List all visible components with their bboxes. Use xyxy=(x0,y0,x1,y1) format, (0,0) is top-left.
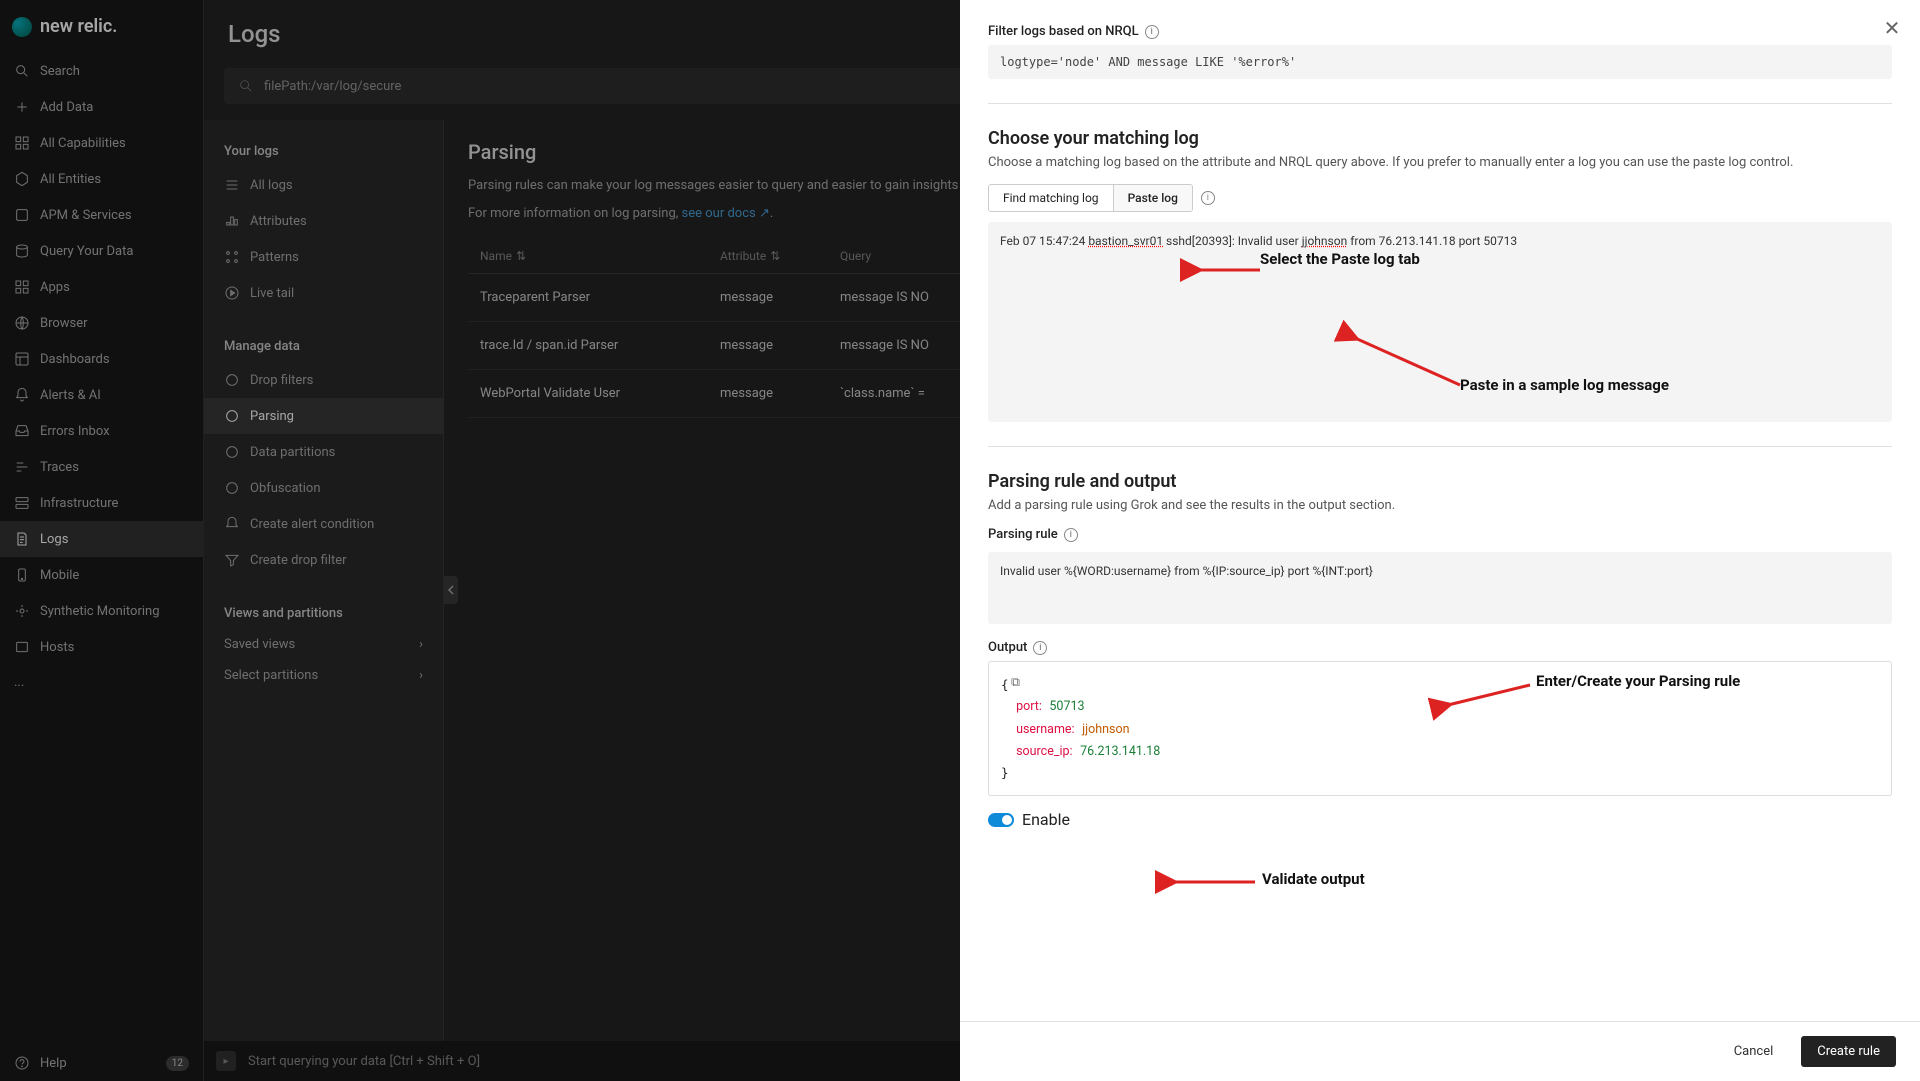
output-box: ⧉ { port: 50713 username: jjohnson sourc… xyxy=(988,661,1892,796)
divider xyxy=(988,446,1892,447)
info-icon[interactable]: i xyxy=(1033,641,1047,655)
enable-label: Enable xyxy=(1022,810,1070,829)
log-source-tabs: Find matching log Paste log xyxy=(988,184,1193,212)
rule-output-desc: Add a parsing rule using Grok and see th… xyxy=(988,498,1892,513)
choose-log-heading: Choose your matching log xyxy=(988,128,1892,149)
nrql-filter-input[interactable] xyxy=(988,45,1892,79)
tab-find-log[interactable]: Find matching log xyxy=(989,185,1114,211)
filter-label: Filter logs based on NRQL i xyxy=(988,24,1892,39)
create-rule-drawer: ✕ Filter logs based on NRQL i Choose you… xyxy=(960,0,1920,1040)
close-button[interactable]: ✕ xyxy=(1880,16,1904,40)
divider xyxy=(988,103,1892,104)
copy-icon[interactable]: ⧉ xyxy=(1011,672,1020,693)
tab-paste-log[interactable]: Paste log xyxy=(1114,185,1192,211)
choose-log-desc: Choose a matching log based on the attri… xyxy=(988,155,1892,170)
output-label: Output i xyxy=(988,640,1892,655)
parsing-rule-input[interactable]: Invalid user %{WORD:username} from %{IP:… xyxy=(988,552,1892,624)
drawer-footer: Cancel Create rule xyxy=(960,1021,1920,1081)
info-icon[interactable]: i xyxy=(1064,528,1078,542)
enable-row: Enable xyxy=(988,810,1892,829)
sample-log-textarea[interactable]: Feb 07 15:47:24 bastion_svr01 sshd[20393… xyxy=(988,222,1892,422)
cancel-button[interactable]: Cancel xyxy=(1718,1036,1790,1067)
create-rule-button[interactable]: Create rule xyxy=(1801,1036,1896,1067)
parsing-rule-label: Parsing rule i xyxy=(988,527,1892,542)
info-icon[interactable]: i xyxy=(1201,191,1215,205)
info-icon[interactable]: i xyxy=(1145,25,1159,39)
enable-toggle[interactable] xyxy=(988,813,1014,827)
rule-output-heading: Parsing rule and output xyxy=(988,471,1892,492)
